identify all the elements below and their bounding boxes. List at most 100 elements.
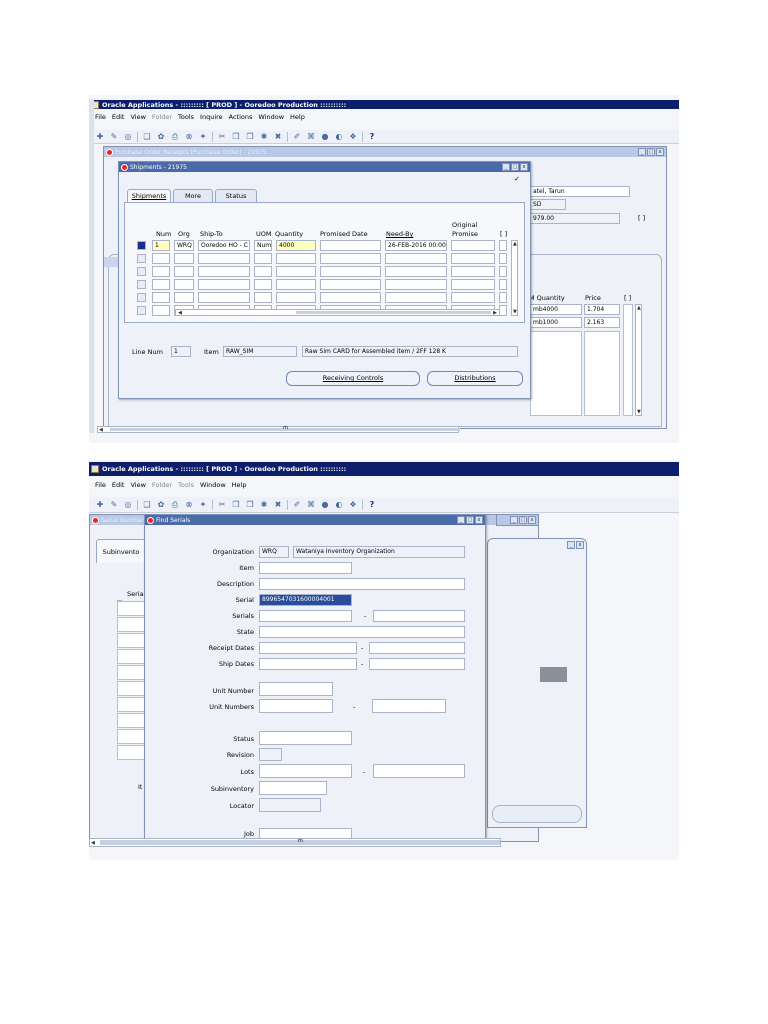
po-line-empty-cell[interactable] (623, 304, 633, 416)
shipment-cell-ship_to[interactable] (198, 266, 250, 277)
scroll-up-icon[interactable]: ▲ (513, 241, 517, 247)
maximize-icon[interactable]: □ (519, 516, 527, 524)
serial-grid-cell[interactable] (117, 729, 145, 744)
serial-grid-cell[interactable] (117, 601, 145, 616)
minimize-icon[interactable]: _ (567, 541, 575, 549)
close-form-icon[interactable]: ⊗ (184, 132, 194, 142)
shipment-cell-bracket[interactable] (499, 279, 507, 290)
serial-field[interactable]: 8996547031600004001 (259, 594, 352, 606)
distributions-button[interactable]: Distributions (427, 371, 523, 386)
scroll-down-icon[interactable]: ▼ (513, 309, 517, 315)
serial-grid-cell[interactable] (117, 665, 145, 680)
tab-status[interactable]: Status (215, 189, 257, 202)
shipments-vertical-scrollbar[interactable]: ▲ ▼ (511, 240, 518, 316)
menu-inquire[interactable]: Inquire (200, 113, 223, 121)
subinventory-field[interactable] (259, 781, 327, 795)
po-line-2-quantity[interactable]: mb1000 (530, 317, 582, 328)
receiving-controls-button[interactable]: Receiving Controls (286, 371, 420, 386)
menu-folder[interactable]: Folder (152, 113, 172, 121)
shipment-cell-quantity[interactable]: 4000 (276, 240, 316, 251)
shipment-cell-quantity[interactable] (276, 266, 316, 277)
serial-grid-cell[interactable] (117, 697, 145, 712)
shipment-cell-need_by[interactable] (385, 266, 447, 277)
shipment-cell-uom[interactable] (254, 279, 272, 290)
open-folder-icon[interactable]: ❑ (142, 132, 152, 142)
translations-icon[interactable]: ◐ (334, 500, 344, 510)
new-icon[interactable]: ✚ (95, 500, 105, 510)
help-icon[interactable]: ? (367, 500, 377, 510)
find-icon[interactable]: ✎ (109, 132, 119, 142)
minimize-icon[interactable]: _ (638, 148, 646, 156)
attachments-icon[interactable]: ⌘ (306, 500, 316, 510)
shipment-cell-original_promise[interactable] (451, 240, 495, 251)
folder-tools-icon[interactable]: ● (320, 132, 330, 142)
shipment-cell-num[interactable] (152, 292, 170, 303)
new-icon[interactable]: ✚ (95, 132, 105, 142)
cut-icon[interactable]: ✂ (217, 500, 227, 510)
maximize-icon[interactable]: □ (647, 148, 655, 156)
menu-help[interactable]: Help (290, 113, 305, 121)
shipment-cell-org[interactable] (174, 279, 194, 290)
menu-view[interactable]: View (130, 113, 145, 121)
shipment-cell-num[interactable] (152, 253, 170, 264)
row-indicator[interactable] (137, 280, 146, 289)
minimize-icon[interactable]: _ (502, 163, 510, 171)
navigator-icon[interactable]: ◎ (123, 500, 133, 510)
shipment-cell-ship_to[interactable] (198, 292, 250, 303)
shipment-cell-org[interactable] (174, 253, 194, 264)
delete-record-icon[interactable]: ✖ (273, 132, 283, 142)
shipment-cell-ship_to[interactable] (198, 279, 250, 290)
shipment-cell-num[interactable] (152, 279, 170, 290)
menu-actions[interactable]: Actions (229, 113, 253, 121)
buyer-field[interactable]: atel, Tarun (530, 186, 630, 197)
menu-help[interactable]: Help (232, 481, 247, 489)
shipment-cell-promised_date[interactable] (320, 253, 381, 264)
print-icon[interactable]: ⎙ (170, 500, 180, 510)
scroll-left-icon[interactable]: ◀ (99, 427, 103, 433)
window-help-icon[interactable]: ❖ (348, 500, 358, 510)
delete-record-icon[interactable]: ✖ (273, 500, 283, 510)
po-line-1-quantity[interactable]: mb4000 (530, 304, 582, 315)
paste-icon[interactable]: ❒ (245, 132, 255, 142)
main-horizontal-scrollbar[interactable]: ◀ m (97, 425, 460, 433)
shipment-cell-org[interactable] (174, 292, 194, 303)
maximize-icon[interactable]: □ (511, 163, 519, 171)
tab-more[interactable]: More (173, 189, 213, 202)
descriptive-flexfield-bracket[interactable]: [ ] (638, 214, 645, 222)
receipt-date-to-field[interactable] (369, 642, 465, 654)
serials-to-field[interactable] (373, 610, 465, 622)
menu-file[interactable]: File (95, 481, 106, 489)
shipment-cell-promised_date[interactable] (320, 279, 381, 290)
copy-icon[interactable]: ❐ (231, 132, 241, 142)
row-indicator[interactable] (137, 241, 146, 250)
translations-icon[interactable]: ◐ (334, 132, 344, 142)
find-icon[interactable]: ✎ (109, 500, 119, 510)
shipment-cell-ship_to[interactable] (198, 253, 250, 264)
tab-shipments[interactable]: Shipments (127, 189, 171, 202)
shipment-cell-quantity[interactable] (276, 292, 316, 303)
po-line-empty-cell[interactable] (584, 331, 620, 416)
status-field[interactable] (259, 731, 352, 745)
serials-from-field[interactable] (259, 610, 352, 622)
ship-date-to-field[interactable] (369, 658, 465, 670)
shipment-cell-uom[interactable] (254, 292, 272, 303)
close-form-icon[interactable]: ⊗ (184, 500, 194, 510)
shipment-cell-promised_date[interactable] (320, 266, 381, 277)
ship-date-from-field[interactable] (259, 658, 357, 670)
po-line-2-price[interactable]: 2.163 (584, 317, 620, 328)
shipment-cell-original_promise[interactable] (451, 279, 495, 290)
folder-tools-icon[interactable]: ● (320, 500, 330, 510)
shipment-cell-uom[interactable] (254, 266, 272, 277)
unit-number-field[interactable] (259, 682, 333, 696)
minimize-icon[interactable]: _ (510, 516, 518, 524)
shipment-cell-ship_to[interactable]: Ooredoo HO - C (198, 240, 250, 251)
shipment-cell-org[interactable]: WRQ (174, 240, 194, 251)
shipment-cell-need_by[interactable]: 26-FEB-2016 00:00 (385, 240, 447, 251)
state-field[interactable] (259, 626, 465, 638)
new-record-icon[interactable]: ✱ (259, 500, 269, 510)
shipment-cell-bracket[interactable] (499, 266, 507, 277)
description-field[interactable] (259, 578, 465, 590)
unit-numbers-from-field[interactable] (259, 699, 333, 713)
close-icon[interactable]: x (528, 516, 536, 524)
po-lines-vertical-scrollbar[interactable]: ▲ ▼ (635, 304, 642, 416)
